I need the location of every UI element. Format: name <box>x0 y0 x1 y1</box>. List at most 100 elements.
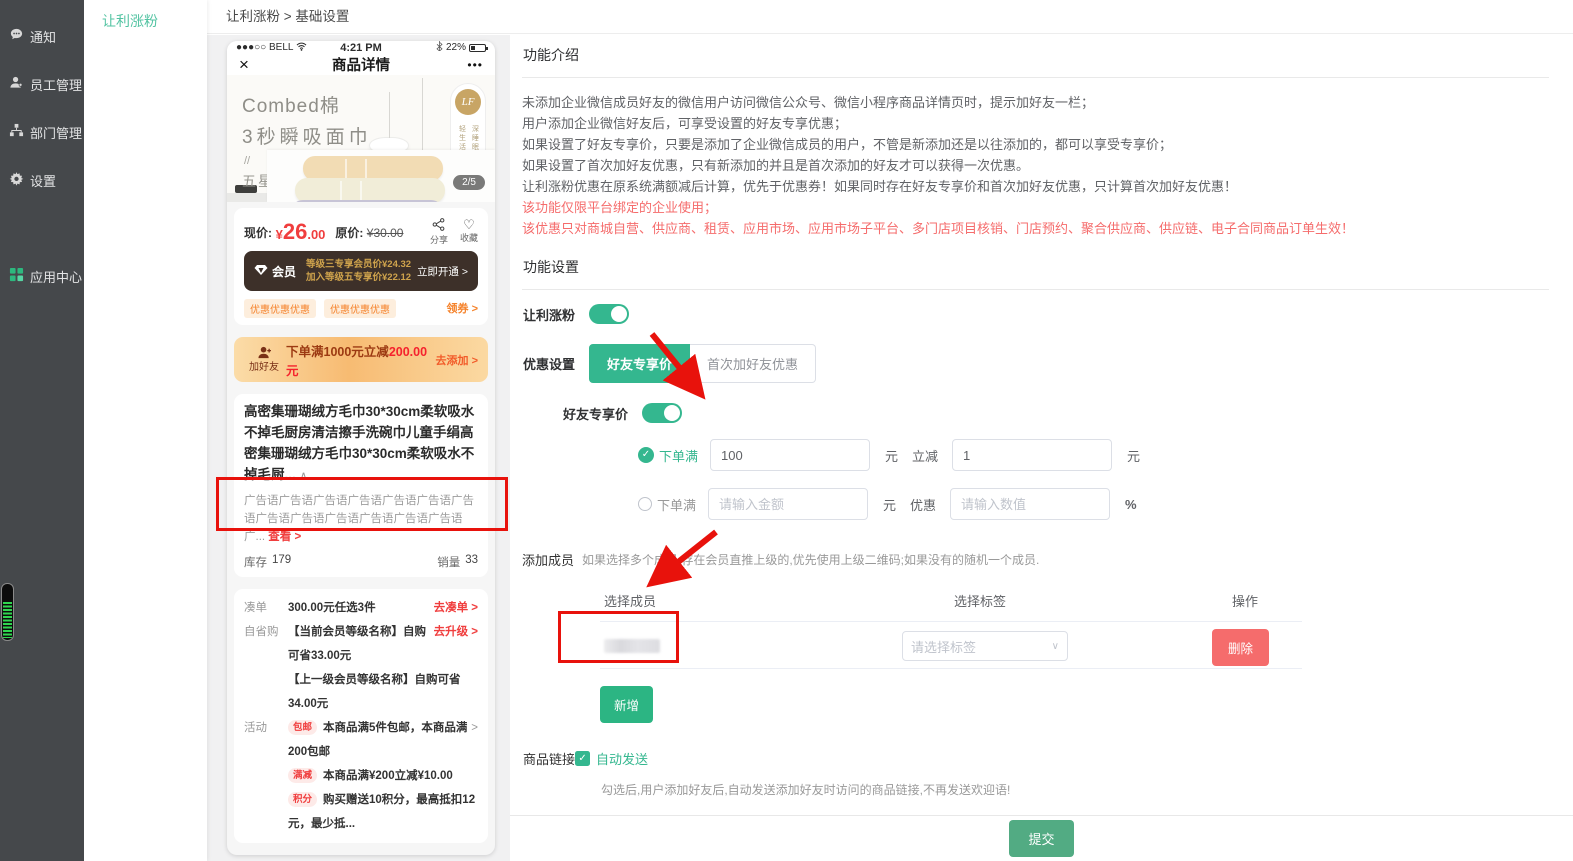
submit-button[interactable]: 提交 <box>1009 820 1073 857</box>
product-link-label: 商品链接 <box>523 749 575 768</box>
rule1-amount-input[interactable] <box>710 439 870 471</box>
auto-send-label[interactable]: 自动发送 <box>596 749 648 768</box>
add-button[interactable]: 新增 <box>600 686 653 723</box>
deals-card: 凑单 300.00元任选3件 去凑单 > 自省购 【当前会员等级名称】自购可省3… <box>234 589 488 843</box>
gear-icon <box>9 171 24 189</box>
tab-first-add-friend[interactable]: 首次加好友优惠 <box>690 344 816 383</box>
intro-paragraphs: 未添加企业微信成员好友的微信用户访问微信公众号、微信小程序商品详情页时，提示加好… <box>522 92 1549 239</box>
favorite-button[interactable]: ♡收藏 <box>460 218 478 246</box>
now-price-label: 现价: <box>244 224 272 241</box>
collapse-caret-icon[interactable]: ∧ <box>300 470 308 482</box>
chat-icon <box>9 27 24 45</box>
chevron-right-icon[interactable]: > <box>471 716 478 764</box>
battery-icon <box>469 44 486 52</box>
radio-unchecked-icon[interactable] <box>638 497 652 511</box>
form-footer: 提交 <box>510 815 1573 861</box>
col-header-tag: 选择标签 <box>954 591 1006 610</box>
product-title: 高密集珊瑚绒方毛巾30*30cm柔软吸水不掉毛厨房清洁擦手洗碗巾儿童手绢高密集珊… <box>244 401 478 487</box>
discount-setting-label: 优惠设置 <box>523 354 575 373</box>
points-tag: 积分 <box>288 792 317 807</box>
get-coupon-link[interactable]: 领券 > <box>447 300 478 316</box>
coupon-tag: 优惠优惠优惠 <box>324 299 396 318</box>
carrier-signal: ●●●○○ BELL <box>236 42 293 53</box>
tab-friend-price[interactable]: 好友专享价 <box>589 344 690 383</box>
towel-stack <box>291 159 451 202</box>
member-banner[interactable]: 会员 等级三专享会员价¥24.32加入等级五专享价¥22.12 立即开通 > <box>244 251 478 291</box>
orig-price: 原价: ¥30.00 <box>335 224 403 241</box>
sidebar-item-departments[interactable]: 部门管理 <box>0 120 84 144</box>
sidebar-item-notifications[interactable]: 通知 <box>0 24 84 48</box>
activity-row-shipping: 活动 包邮本商品满5件包邮，本商品满200包邮 > <box>244 716 478 764</box>
auto-send-checkbox[interactable]: ✓ <box>575 751 590 766</box>
wifi-icon <box>296 42 307 54</box>
go-upgrade-link[interactable]: 去升级 > <box>434 620 478 668</box>
radio-checked-icon[interactable]: ✓ <box>638 447 654 463</box>
close-icon[interactable]: × <box>239 55 279 75</box>
rule1-radio-label[interactable]: 下单满 <box>659 446 698 465</box>
tag-select[interactable]: 请选择标签 ∨ <box>902 631 1068 661</box>
product-hero-image: Combed棉 3秒瞬吸面巾 // 五星酒店精选 LF 轻生活深睡眠 LOVEF… <box>227 75 495 202</box>
rule-row-percent: 下单满 元 优惠 % <box>638 488 1549 520</box>
phone-page-title: 商品详情 <box>279 54 443 75</box>
add-member-label: 添加成员 <box>522 550 574 569</box>
now-price-value: ¥26.00 <box>272 219 325 245</box>
delete-button[interactable]: 删除 <box>1212 629 1269 666</box>
user-icon <box>9 75 24 93</box>
rule2-radio-label[interactable]: 下单满 <box>657 495 696 514</box>
sidebar-item-label: 员工管理 <box>30 75 82 94</box>
price-card: 现价: ¥26.00 原价: ¥30.00 分享 ♡收藏 会员 等级三专享会 <box>234 208 488 325</box>
sidebar-item-label: 通知 <box>30 27 56 46</box>
sidebar-item-label: 应用中心 <box>30 267 82 286</box>
diamond-icon <box>254 264 268 279</box>
more-icon[interactable]: ••• <box>443 58 483 72</box>
friend-price-toggle[interactable] <box>642 403 682 423</box>
sidebar-item-app-center[interactable]: 应用中心 <box>0 264 84 288</box>
go-bundle-link[interactable]: 去凑单 > <box>434 596 478 620</box>
add-friend-icon: 加好友 <box>244 346 284 373</box>
self-buy-row: 自省购 【当前会员等级名称】自购可省33.00元 去升级 > <box>244 620 478 668</box>
phone-status-bar: ●●●○○ BELL 4:21 PM 22% <box>227 41 495 54</box>
bundle-row: 凑单 300.00元任选3件 去凑单 > <box>244 596 478 620</box>
coupon-tag: 优惠优惠优惠 <box>244 299 316 318</box>
open-membership-link[interactable]: 立即开通 > <box>417 264 468 279</box>
rangli-toggle[interactable] <box>589 304 629 324</box>
submenu-item-rangli[interactable]: 让利涨粉 <box>84 0 207 31</box>
warning-line: 该功能仅限平台绑定的企业使用； <box>522 197 1549 218</box>
image-pager-badge: 2/5 <box>453 175 485 190</box>
level-gauge-overlay <box>1 583 14 641</box>
member-table: 选择成员 选择标签 操作 请选择标签 ∨ 删除 <box>600 583 1302 669</box>
add-member-hint: 如果选择多个成员,存在会员直推上级的,优先使用上级二维码;如果没有的随机一个成员… <box>582 551 1039 568</box>
share-button[interactable]: 分享 <box>430 218 448 246</box>
sidebar-item-label: 部门管理 <box>30 123 82 142</box>
member-name-redacted <box>604 639 660 653</box>
stock-value: 179 <box>272 554 291 570</box>
sidebar-item-settings[interactable]: 设置 <box>0 168 84 192</box>
product-ad-text: 广告语广告语广告语广告语广告语广告语广告语广告语广告语广告语广告语广告语广告语广… <box>244 492 478 546</box>
add-friend-banner[interactable]: 加好友 下单满1000元立减200.00元 去添加 > <box>234 337 488 382</box>
col-header-action: 操作 <box>1232 591 1258 610</box>
settings-form: 功能介绍 未添加企业微信成员好友的微信用户访问微信公众号、微信小程序商品详情页时… <box>510 35 1573 861</box>
see-more-link[interactable]: 查看 > <box>268 531 301 543</box>
sidebar-item-label: 设置 <box>30 171 56 190</box>
settings-section-title: 功能设置 <box>522 255 1549 289</box>
apps-icon <box>9 267 24 285</box>
stock-label: 库存 <box>244 554 267 570</box>
rule-row-reduce: ✓ 下单满 元 立减 元 <box>638 439 1549 471</box>
col-header-member: 选择成员 <box>604 591 656 610</box>
rule2-percent-input[interactable] <box>950 488 1110 520</box>
phone-preview-column: ●●●○○ BELL 4:21 PM 22% × 商品详情 ••• <box>207 35 510 861</box>
activity-row-discount: 满减本商品满¥200立减¥10.00 <box>244 764 478 788</box>
breadcrumb: 让利涨粉 > 基础设置 <box>207 0 1573 34</box>
sidebar-item-employees[interactable]: 员工管理 <box>0 72 84 96</box>
go-add-friend-link[interactable]: 去添加 > <box>436 352 478 368</box>
rangli-toggle-label: 让利涨粉 <box>523 305 575 324</box>
org-icon <box>9 123 24 141</box>
product-link-hint: 勾选后,用户添加好友后,自动发送添加好友时访问的商品链接,不再发送欢迎语! <box>601 781 1549 798</box>
rule1-reduce-input[interactable] <box>952 439 1112 471</box>
rule2-amount-input[interactable] <box>708 488 868 520</box>
phone-mockup: ●●●○○ BELL 4:21 PM 22% × 商品详情 ••• <box>227 41 495 855</box>
sales-value: 33 <box>465 554 478 570</box>
heart-icon: ♡ <box>463 217 475 232</box>
phone-navbar: × 商品详情 ••• <box>227 54 495 75</box>
intro-section-title: 功能介绍 <box>522 43 1549 77</box>
